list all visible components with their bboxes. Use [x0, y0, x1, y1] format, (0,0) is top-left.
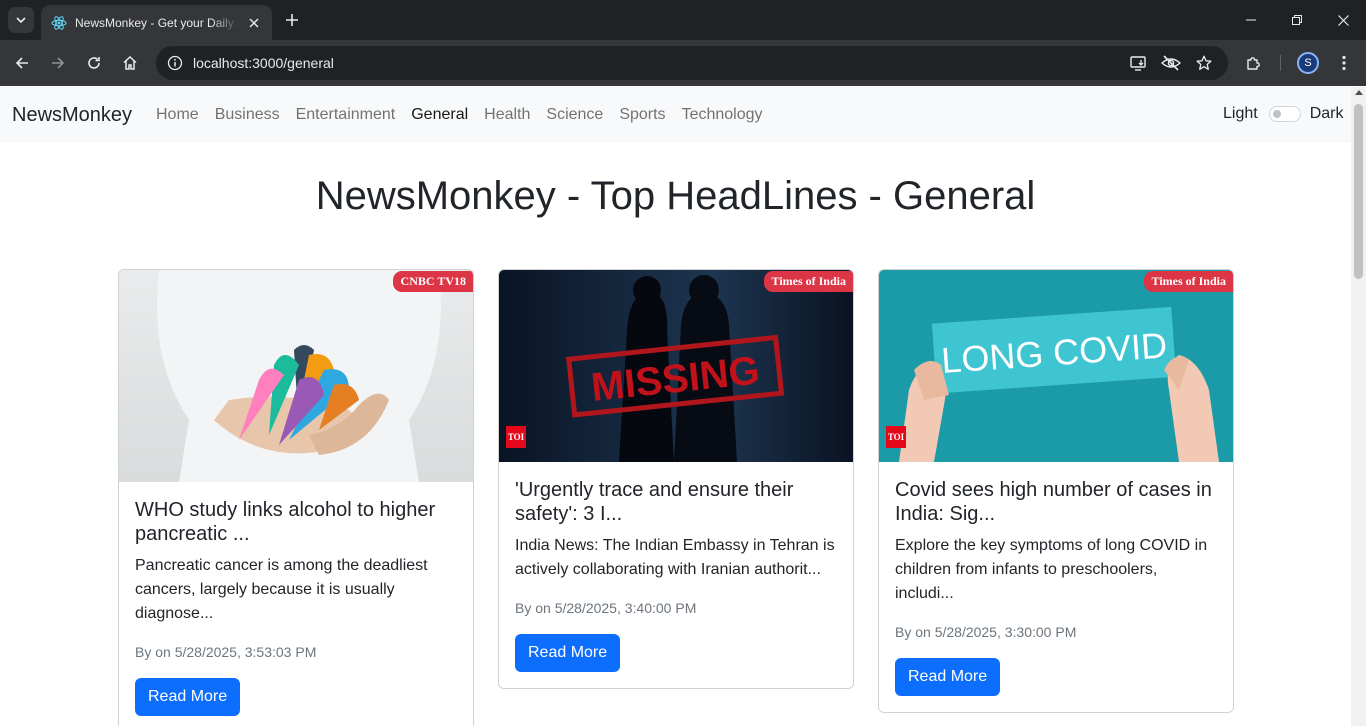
forward-button[interactable] [45, 50, 71, 76]
card-body: Covid sees high number of cases in India… [879, 462, 1233, 712]
news-image-ribbons[interactable]: CNBC TV18 [119, 270, 473, 482]
nav-link-business[interactable]: Business [207, 106, 288, 124]
navbar-brand[interactable]: NewsMonkey [12, 104, 132, 127]
tab-close-icon[interactable] [246, 15, 262, 31]
read-more-button[interactable]: Read More [135, 678, 241, 716]
card-meta: By on 5/28/2025, 3:53:03 PM [135, 644, 317, 660]
more-vertical-icon [1342, 55, 1346, 71]
browser-tab-active[interactable]: NewsMonkey - Get your Daily dose of news [41, 5, 272, 40]
switch-knob [1272, 110, 1281, 118]
nav-link-technology[interactable]: Technology [674, 106, 771, 124]
scroll-thumb[interactable] [1354, 104, 1363, 279]
bookmark-star-icon[interactable] [1192, 51, 1216, 75]
new-tab-button[interactable] [281, 9, 303, 31]
browser-menu-button[interactable] [1331, 50, 1357, 76]
read-more-button[interactable]: Read More [515, 634, 621, 672]
arrow-left-icon [15, 57, 28, 69]
theme-switch[interactable] [1268, 106, 1301, 122]
ribbons-in-hands-image [119, 270, 473, 482]
source-badge: Times of India [763, 271, 853, 292]
read-more-button[interactable]: Read More [895, 658, 1001, 696]
card-description: India News: The Indian Embassy in Tehran… [515, 537, 835, 578]
card-title: 'Urgently trace and ensure their safety'… [515, 479, 794, 525]
browser-tab-strip: NewsMonkey - Get your Daily dose of news [0, 0, 1366, 40]
nav-link-entertainment[interactable]: Entertainment [288, 106, 404, 124]
news-card: Times of India MISSING TOI 'Urgently tra… [498, 269, 854, 689]
source-badge: CNBC TV18 [392, 271, 473, 292]
tab-search-button[interactable] [8, 7, 34, 33]
eye-slash-icon[interactable] [1159, 51, 1183, 75]
nav-link-health[interactable]: Health [476, 106, 538, 124]
theme-toggle-group: Light Dark [1223, 105, 1343, 123]
profile-avatar[interactable]: S [1297, 52, 1319, 74]
browser-toolbar: localhost:3000/general S [0, 40, 1366, 86]
toolbar-divider [1280, 55, 1281, 71]
site-info-icon[interactable] [163, 51, 187, 75]
puzzle-icon [1247, 57, 1260, 70]
card-meta: By on 5/28/2025, 3:30:00 PM [895, 624, 1077, 640]
extensions-button[interactable] [1241, 50, 1267, 76]
card-meta: By on 5/28/2025, 3:40:00 PM [515, 600, 697, 616]
theme-light-label: Light [1223, 105, 1258, 122]
card-title: WHO study links alcohol to higher pancre… [135, 499, 436, 545]
nav-link-general[interactable]: General [403, 106, 476, 124]
toi-logo: TOI [506, 426, 526, 448]
news-card: Times of India LONG COVID TOI Covid sees… [878, 269, 1234, 713]
news-image-long-covid[interactable]: Times of India LONG COVID TOI [879, 270, 1233, 462]
theme-dark-label: Dark [1309, 105, 1344, 122]
scroll-up-arrow-icon[interactable] [1355, 90, 1363, 95]
reload-icon [88, 57, 100, 69]
url-text: localhost:3000/general [193, 55, 334, 71]
nav-link-home[interactable]: Home [148, 106, 207, 124]
nav-links: Home Business Entertainment General Heal… [148, 106, 771, 124]
news-card: CNBC TV18 WHO study links alcohol to hig… [118, 269, 474, 726]
card-body: WHO study links alcohol to higher pancre… [119, 482, 473, 726]
address-bar[interactable]: localhost:3000/general [156, 46, 1228, 80]
plus-icon [286, 14, 298, 26]
card-description: Pancreatic cancer is among the deadliest… [135, 557, 428, 622]
card-title: Covid sees high number of cases in India… [895, 479, 1212, 525]
missing-silhouettes-image: MISSING [499, 270, 853, 462]
source-badge: Times of India [1143, 271, 1233, 292]
back-button[interactable] [9, 50, 35, 76]
home-icon [123, 55, 137, 70]
toi-logo: TOI [886, 426, 906, 448]
install-app-icon[interactable] [1127, 51, 1151, 75]
minimize-icon [1246, 19, 1256, 21]
page-title: NewsMonkey - Top HeadLines - General [315, 174, 1036, 218]
card-description: Explore the key symptoms of long COVID i… [895, 537, 1208, 602]
close-icon [1337, 14, 1349, 26]
long-covid-sign-image: LONG COVID [879, 270, 1233, 462]
reload-button[interactable] [81, 50, 107, 76]
tab-title: NewsMonkey - Get your Daily dose of news [75, 15, 240, 30]
react-favicon-icon [51, 15, 67, 31]
restore-icon [1292, 15, 1302, 25]
minimize-button[interactable] [1228, 0, 1274, 40]
page-scrollbar[interactable] [1351, 87, 1366, 726]
nav-link-science[interactable]: Science [538, 106, 611, 124]
restore-button[interactable] [1274, 0, 1320, 40]
card-body: 'Urgently trace and ensure their safety'… [499, 462, 853, 688]
chevron-down-icon [16, 17, 26, 23]
news-image-missing[interactable]: Times of India MISSING TOI [499, 270, 853, 462]
close-window-button[interactable] [1320, 0, 1366, 40]
arrow-right-icon [52, 57, 65, 69]
home-button[interactable] [117, 50, 143, 76]
page-viewport: NewsMonkey Home Business Entertainment G… [0, 87, 1351, 726]
nav-link-sports[interactable]: Sports [611, 106, 673, 124]
site-navbar: NewsMonkey Home Business Entertainment G… [0, 87, 1351, 143]
